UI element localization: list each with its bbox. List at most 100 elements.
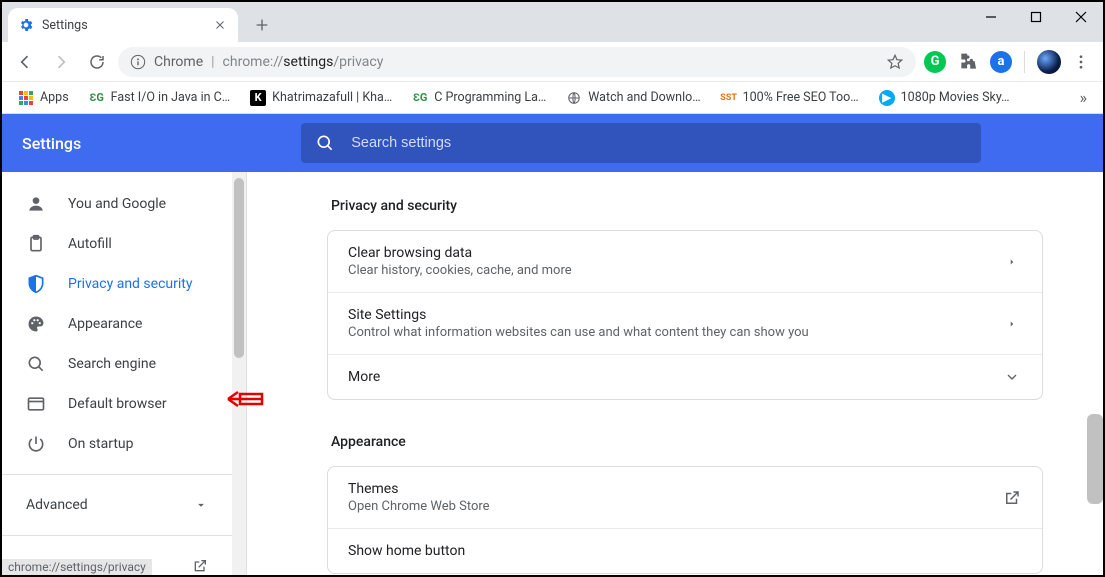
advanced-label: Advanced xyxy=(26,497,88,513)
bookmark-item[interactable]: K Khatrimazafull | Kha… xyxy=(242,85,400,111)
chrome-menu-button[interactable] xyxy=(1067,48,1095,76)
extension-grammarly-icon[interactable]: G xyxy=(924,51,946,73)
bookmark-item[interactable]: ƐG C Programming La… xyxy=(404,85,554,111)
nav-forward-button[interactable] xyxy=(46,47,76,77)
window-controls xyxy=(968,2,1103,32)
sidebar-divider xyxy=(2,535,232,536)
settings-search-box[interactable] xyxy=(301,123,981,163)
row-subtitle: Clear history, cookies, cache, and more xyxy=(348,263,1002,278)
status-bar: chrome://settings/privacy xyxy=(2,559,152,575)
bookmark-favicon xyxy=(566,90,582,106)
nav-reload-button[interactable] xyxy=(82,47,112,77)
search-icon xyxy=(315,133,335,153)
sidebar-item-appearance[interactable]: Appearance xyxy=(2,304,232,344)
tab-close-button[interactable] xyxy=(212,17,228,33)
row-show-home-button[interactable]: Show home button xyxy=(328,528,1042,573)
bookmark-label: C Programming La… xyxy=(434,90,546,105)
person-icon xyxy=(26,194,46,214)
content-scrollbar-thumb[interactable] xyxy=(1087,414,1103,504)
bookmarks-overflow-button[interactable]: » xyxy=(1072,88,1096,107)
chevron-right-icon xyxy=(1002,257,1022,267)
sidebar-item-search-engine[interactable]: Search engine xyxy=(2,344,232,384)
row-title: Site Settings xyxy=(348,307,1002,323)
sidebar-divider xyxy=(2,474,232,475)
titlebar: Settings xyxy=(2,2,1103,42)
new-tab-button[interactable] xyxy=(248,11,276,39)
row-title: Show home button xyxy=(348,543,1022,559)
site-info-icon[interactable] xyxy=(130,54,146,70)
sidebar-item-label: Autofill xyxy=(68,236,112,252)
sidebar-item-label: Appearance xyxy=(68,316,142,332)
nav-back-button[interactable] xyxy=(10,47,40,77)
omnibox-separator: | xyxy=(211,54,214,70)
row-themes[interactable]: Themes Open Chrome Web Store xyxy=(328,467,1042,528)
row-title: Themes xyxy=(348,481,1002,497)
sidebar-scrollbar[interactable] xyxy=(232,172,246,575)
bookmarks-bar: Apps ƐG Fast I/O in Java in C… K Khatrim… xyxy=(2,82,1103,114)
chevron-down-icon xyxy=(194,498,208,512)
bookmark-favicon: K xyxy=(250,90,266,106)
address-bar: Chrome | chrome:// settings /privacy G a xyxy=(2,42,1103,82)
settings-search-input[interactable] xyxy=(349,134,967,152)
sidebar-item-on-startup[interactable]: On startup xyxy=(2,424,232,464)
sidebar-item-privacy-security[interactable]: Privacy and security xyxy=(2,264,232,304)
bookmark-item[interactable]: SST 100% Free SEO Too… xyxy=(713,85,867,111)
row-title: Clear browsing data xyxy=(348,245,1002,261)
bookmark-favicon: SST xyxy=(721,90,737,106)
bookmark-item[interactable]: Watch and Downlo… xyxy=(558,85,708,111)
row-site-settings[interactable]: Site Settings Control what information w… xyxy=(328,292,1042,354)
window-maximize-button[interactable] xyxy=(1013,2,1058,32)
chevron-right-icon xyxy=(1002,319,1022,329)
sidebar-item-you-and-google[interactable]: You and Google xyxy=(2,184,232,224)
open-external-icon xyxy=(192,558,208,574)
bookmark-label: 100% Free SEO Too… xyxy=(743,90,859,105)
power-icon xyxy=(26,434,46,454)
sidebar-item-label: Privacy and security xyxy=(68,276,192,292)
apps-grid-icon xyxy=(18,90,34,106)
row-subtitle: Control what information websites can us… xyxy=(348,325,1002,340)
bookmark-favicon: ƐG xyxy=(412,90,428,106)
bookmark-star-icon[interactable] xyxy=(886,53,904,71)
bookmark-item[interactable]: ▶ 1080p Movies Sky… xyxy=(871,85,1018,111)
apps-shortcut[interactable]: Apps xyxy=(10,85,77,111)
toolbar-separator xyxy=(1024,51,1025,73)
privacy-card: Clear browsing data Clear history, cooki… xyxy=(327,230,1043,400)
settings-gear-icon xyxy=(18,17,34,33)
row-more[interactable]: More xyxy=(328,354,1042,399)
apps-label: Apps xyxy=(40,90,69,105)
sidebar-item-label: On startup xyxy=(68,436,134,452)
browser-tab[interactable]: Settings xyxy=(8,8,238,42)
bookmark-label: 1080p Movies Sky… xyxy=(901,90,1010,105)
open-external-icon xyxy=(1002,489,1022,507)
shield-icon xyxy=(26,274,46,294)
extension-puzzle-icon[interactable] xyxy=(954,48,982,76)
sidebar-advanced-toggle[interactable]: Advanced xyxy=(2,485,232,525)
page-content: Settings You and Google xyxy=(2,114,1103,575)
profile-avatar[interactable] xyxy=(1037,50,1061,74)
sidebar-item-default-browser[interactable]: Default browser xyxy=(2,384,232,424)
sidebar-item-label: Search engine xyxy=(68,356,156,372)
row-clear-browsing-data[interactable]: Clear browsing data Clear history, cooki… xyxy=(328,231,1042,292)
clipboard-icon xyxy=(26,234,46,254)
window-close-button[interactable] xyxy=(1058,2,1103,32)
sidebar-item-autofill[interactable]: Autofill xyxy=(2,224,232,264)
bookmark-label: Fast I/O in Java in C… xyxy=(111,90,230,105)
omnibox[interactable]: Chrome | chrome:// settings /privacy xyxy=(118,47,916,77)
settings-title: Settings xyxy=(22,134,81,153)
window-minimize-button[interactable] xyxy=(968,2,1013,32)
bookmark-item[interactable]: ƐG Fast I/O in Java in C… xyxy=(81,85,238,111)
extension-alexa-icon[interactable]: a xyxy=(990,51,1012,73)
section-heading-privacy: Privacy and security xyxy=(331,198,1043,214)
bookmark-favicon: ƐG xyxy=(89,90,105,106)
section-heading-appearance: Appearance xyxy=(331,434,1043,450)
row-subtitle: Open Chrome Web Store xyxy=(348,499,1002,514)
bookmark-label: Khatrimazafull | Kha… xyxy=(272,90,392,105)
sidebar-scrollbar-thumb[interactable] xyxy=(234,178,244,358)
sidebar-item-label: Default browser xyxy=(68,396,167,412)
chevron-down-icon xyxy=(1002,369,1022,385)
sidebar-item-label: You and Google xyxy=(68,196,166,212)
row-title: More xyxy=(348,369,1002,385)
settings-toolbar: Settings xyxy=(2,114,1103,172)
appearance-card: Themes Open Chrome Web Store Show home b… xyxy=(327,466,1043,574)
tab-title: Settings xyxy=(42,18,88,33)
